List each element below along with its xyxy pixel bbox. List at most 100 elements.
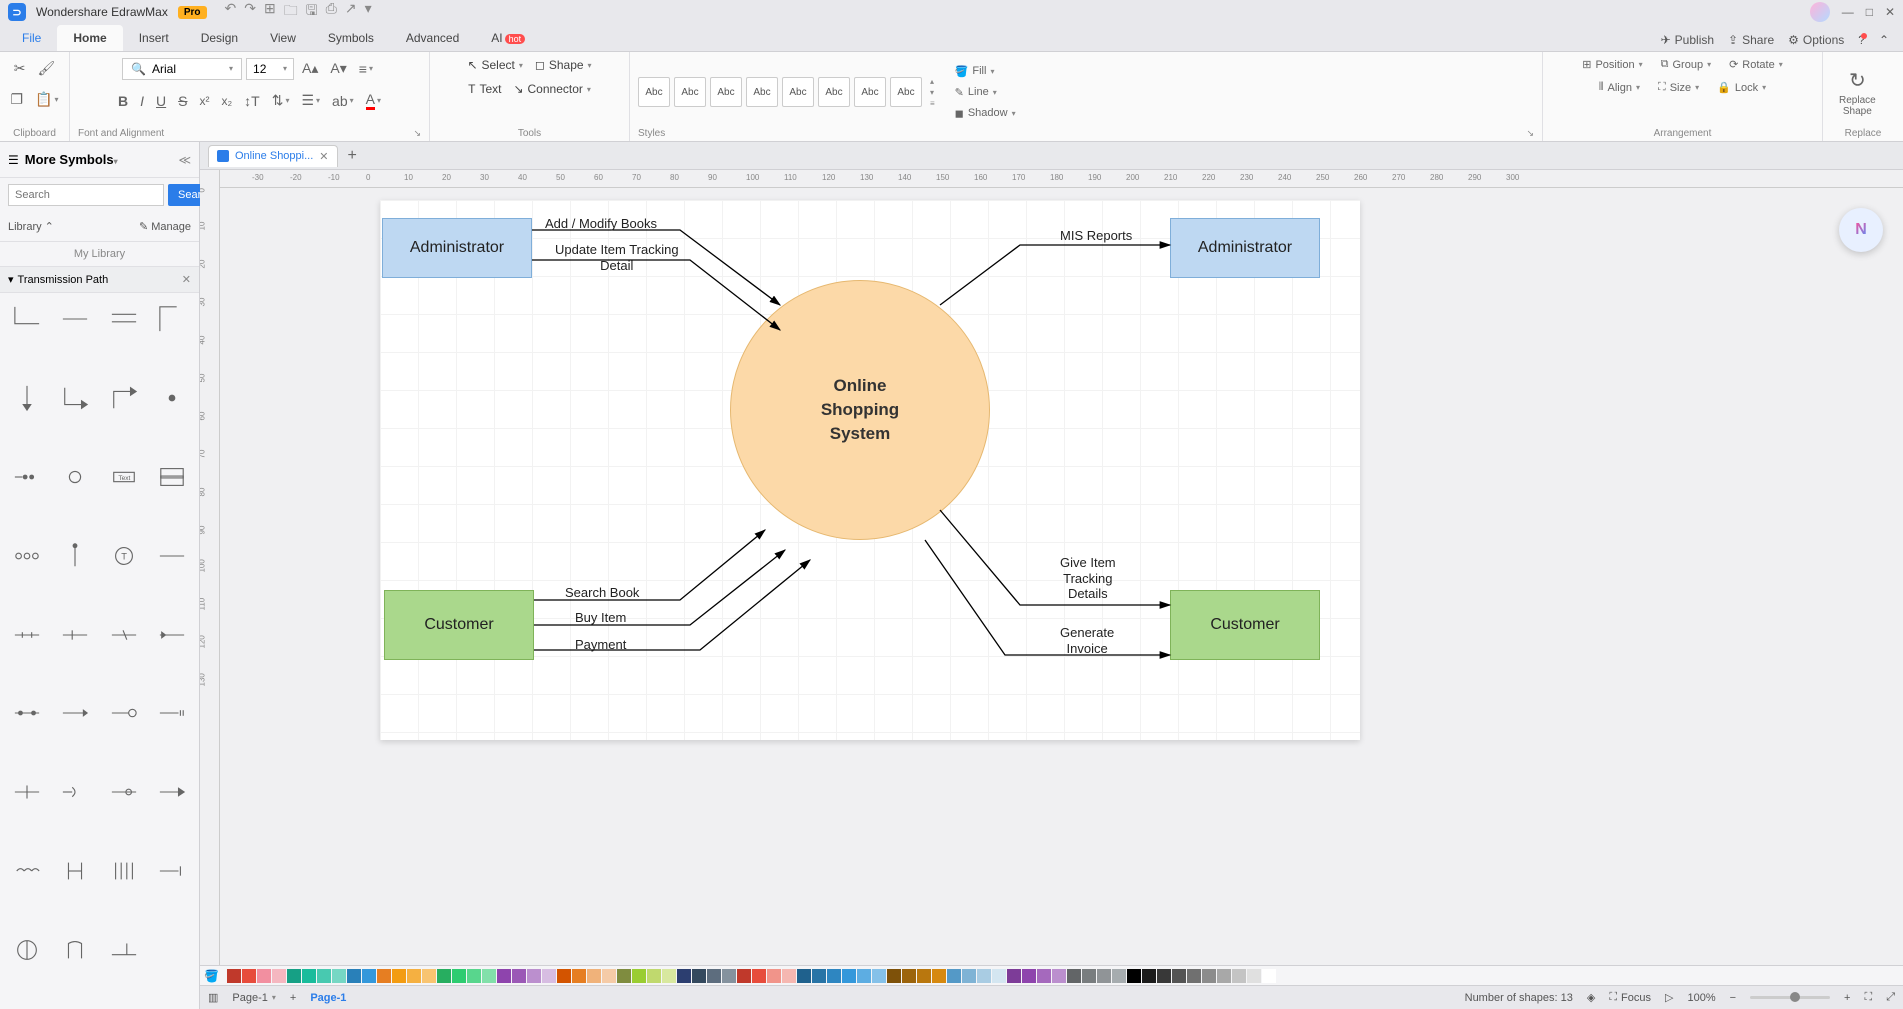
admin-right-box[interactable]: Administrator — [1170, 218, 1320, 278]
print-icon[interactable]: ⎙ — [326, 0, 337, 24]
close-icon[interactable]: ✕ — [1885, 5, 1895, 19]
color-swatch[interactable] — [1202, 969, 1216, 983]
color-swatch[interactable] — [602, 969, 616, 983]
shape-item[interactable] — [153, 380, 191, 416]
color-swatch[interactable] — [962, 969, 976, 983]
color-swatch[interactable] — [257, 969, 271, 983]
fill-bucket-icon[interactable]: 🪣 — [204, 969, 222, 983]
customer-right-box[interactable]: Customer — [1170, 590, 1320, 660]
customer-left-box[interactable]: Customer — [384, 590, 534, 660]
color-swatch[interactable] — [617, 969, 631, 983]
manage-link[interactable]: ✎ Manage — [139, 220, 191, 233]
presentation-icon[interactable]: ▷ — [1665, 991, 1673, 1004]
menu-home[interactable]: Home — [57, 25, 122, 51]
underline-icon[interactable]: U — [152, 89, 170, 113]
shape-item[interactable] — [153, 617, 191, 653]
style-up-icon[interactable]: ▴ — [930, 77, 935, 86]
shape-item[interactable] — [56, 380, 94, 416]
style-preset[interactable]: Abc — [710, 77, 742, 107]
color-swatch[interactable] — [1097, 969, 1111, 983]
color-swatch[interactable] — [572, 969, 586, 983]
highlight-icon[interactable]: ab▾ — [328, 89, 358, 113]
line-spacing-icon[interactable]: ⇅▾ — [268, 88, 294, 113]
maximize-icon[interactable]: □ — [1866, 5, 1873, 19]
color-swatch[interactable] — [887, 969, 901, 983]
shape-item[interactable] — [56, 853, 94, 889]
view-mode-icon[interactable]: ▥ — [208, 991, 218, 1004]
text-direction-icon[interactable]: ↕T — [240, 89, 264, 113]
color-swatch[interactable] — [512, 969, 526, 983]
focus-button[interactable]: ⛶ Focus — [1609, 991, 1651, 1004]
shape-item[interactable] — [105, 617, 143, 653]
line-button[interactable]: ✎Line▾ — [953, 84, 1018, 101]
color-swatch[interactable] — [872, 969, 886, 983]
position-button[interactable]: ⊞Position▾ — [1580, 56, 1644, 73]
shape-item[interactable] — [153, 538, 191, 574]
style-preset[interactable]: Abc — [782, 77, 814, 107]
color-swatch[interactable] — [917, 969, 931, 983]
color-swatch[interactable] — [392, 969, 406, 983]
shape-item[interactable] — [8, 459, 46, 495]
options-button[interactable]: ⚙Options — [1788, 33, 1844, 47]
bold-icon[interactable]: B — [114, 89, 132, 113]
menu-insert[interactable]: Insert — [123, 25, 185, 51]
fullscreen-icon[interactable]: ⤢ — [1886, 991, 1895, 1004]
user-avatar-icon[interactable] — [1810, 2, 1830, 22]
menu-symbols[interactable]: Symbols — [312, 25, 390, 51]
menu-file[interactable]: File — [6, 25, 57, 51]
color-swatch[interactable] — [1247, 969, 1261, 983]
menu-design[interactable]: Design — [185, 25, 254, 51]
shape-item[interactable] — [8, 538, 46, 574]
color-swatch[interactable] — [1157, 969, 1171, 983]
shrink-font-icon[interactable]: A▾ — [326, 56, 350, 81]
color-swatch[interactable] — [317, 969, 331, 983]
color-swatch[interactable] — [467, 969, 481, 983]
color-swatch[interactable] — [932, 969, 946, 983]
layers-icon[interactable]: ◈ — [1587, 991, 1595, 1004]
color-swatch[interactable] — [542, 969, 556, 983]
minimize-icon[interactable]: — — [1842, 5, 1854, 19]
format-painter-icon[interactable]: 🖌 — [33, 56, 59, 81]
color-swatch[interactable] — [1217, 969, 1231, 983]
style-preset[interactable]: Abc — [674, 77, 706, 107]
color-swatch[interactable] — [227, 969, 241, 983]
color-swatch[interactable] — [692, 969, 706, 983]
color-swatch[interactable] — [1022, 969, 1036, 983]
shape-item[interactable] — [8, 774, 46, 810]
color-swatch[interactable] — [482, 969, 496, 983]
shape-item[interactable] — [8, 932, 46, 968]
page-tab[interactable]: Page-1 — [310, 992, 346, 1004]
color-swatch[interactable] — [437, 969, 451, 983]
color-swatch[interactable] — [362, 969, 376, 983]
color-swatch[interactable] — [497, 969, 511, 983]
strike-icon[interactable]: S — [174, 89, 191, 113]
superscript-icon[interactable]: x² — [195, 90, 213, 112]
shape-item[interactable] — [56, 617, 94, 653]
color-swatch[interactable] — [977, 969, 991, 983]
zoom-slider[interactable] — [1750, 996, 1830, 999]
shape-item[interactable] — [153, 774, 191, 810]
collapse-ribbon-icon[interactable]: ⌃ — [1879, 33, 1889, 47]
group-button[interactable]: ⧉Group▾ — [1659, 56, 1713, 73]
admin-left-box[interactable]: Administrator — [382, 218, 532, 278]
color-swatch[interactable] — [1007, 969, 1021, 983]
font-color-icon[interactable]: A▾ — [362, 87, 385, 114]
color-swatch[interactable] — [1082, 969, 1096, 983]
color-swatch[interactable] — [1067, 969, 1081, 983]
color-swatch[interactable] — [857, 969, 871, 983]
category-header[interactable]: ▾ Transmission Path ✕ — [0, 267, 199, 293]
qat-more-icon[interactable]: ▾ — [365, 0, 372, 24]
grow-font-icon[interactable]: A▴ — [298, 56, 322, 81]
replace-shape-button[interactable]: ↻Replace Shape — [1831, 64, 1884, 121]
select-tool[interactable]: ↖Select▾ — [463, 56, 526, 74]
color-swatch[interactable] — [1037, 969, 1051, 983]
canvas[interactable]: Online Shopping System Administrator Adm… — [220, 188, 1903, 965]
fit-page-icon[interactable]: ⛶ — [1864, 991, 1872, 1004]
color-swatch[interactable] — [902, 969, 916, 983]
color-swatch[interactable] — [632, 969, 646, 983]
style-preset[interactable]: Abc — [638, 77, 670, 107]
export-icon[interactable]: ↗ — [345, 0, 357, 24]
shape-item[interactable] — [105, 853, 143, 889]
color-swatch[interactable] — [452, 969, 466, 983]
style-down-icon[interactable]: ▾ — [930, 88, 935, 97]
